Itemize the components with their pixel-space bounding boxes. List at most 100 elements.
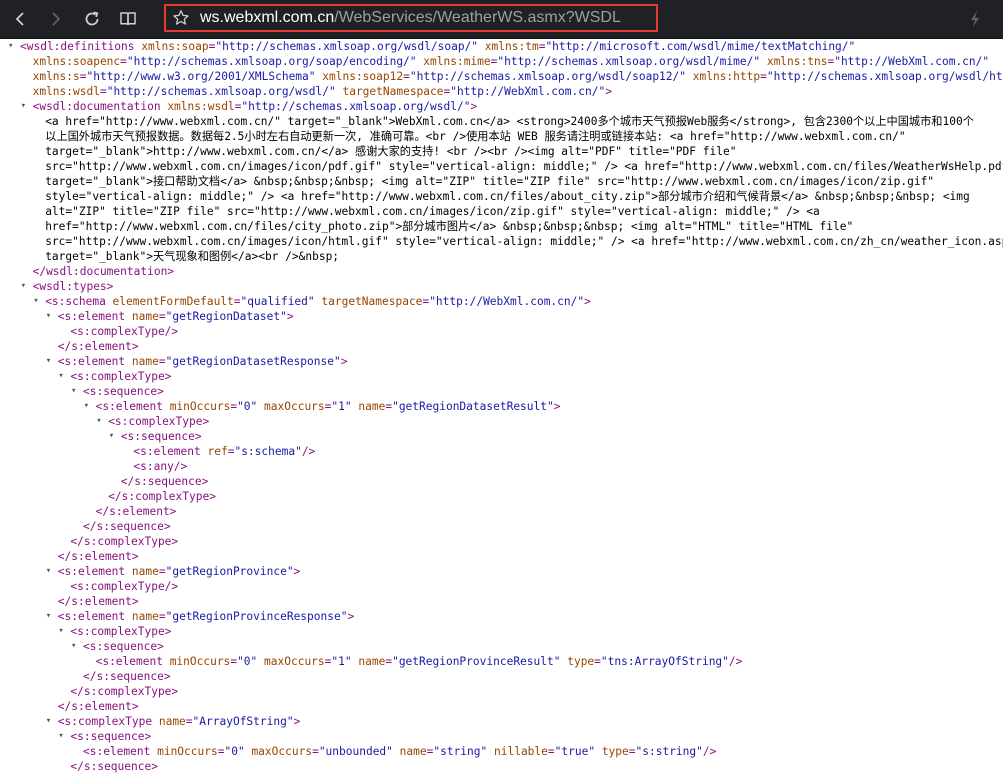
xml-line-text: xmlns:soapenc="http://schemas.xmlsoap.or… xyxy=(33,54,990,69)
xml-token: <s:sequence> xyxy=(83,640,164,653)
xml-token: > xyxy=(293,565,301,578)
xml-line-text: </s:sequence> xyxy=(83,669,171,684)
xml-line-text: </s:sequence> xyxy=(121,474,209,489)
xml-line-text: </s:sequence> xyxy=(83,519,171,534)
xml-token: /> xyxy=(301,445,316,458)
xml-token: xmlns:wsdl xyxy=(32,85,100,98)
xml-line-text: <s:sequence> xyxy=(70,729,151,744)
xml-line: src="http://www.webxml.com.cn/images/ico… xyxy=(0,159,1003,174)
collapse-toggle-icon[interactable]: ▾ xyxy=(21,279,31,294)
xml-token: </s:element> xyxy=(57,340,139,353)
xml-document-view: ▾ <wsdl:definitions xmlns:soap="http://sc… xyxy=(0,39,1003,776)
xml-token: <s:sequence> xyxy=(70,730,152,743)
back-button[interactable] xyxy=(6,5,34,33)
xml-line: </s:sequence> xyxy=(0,759,1003,774)
xml-line: ▾ <s:sequence> xyxy=(0,384,1003,399)
xml-token: <s:element xyxy=(57,565,132,578)
collapse-toggle-icon[interactable]: ▾ xyxy=(46,309,56,324)
xml-line: </s:complexType> xyxy=(0,534,1003,549)
collapse-toggle-icon[interactable]: ▾ xyxy=(84,399,94,414)
xml-line: <s:complexType/> xyxy=(0,579,1003,594)
xml-line-text: </s:complexType> xyxy=(108,489,216,504)
xml-token: maxOccurs xyxy=(264,655,325,668)
xml-line: </s:sequence> xyxy=(0,669,1003,684)
refresh-button[interactable] xyxy=(78,5,106,33)
xml-line: style="vertical-align: middle;" /> <a hr… xyxy=(0,189,1003,204)
xml-token: elementFormDefault xyxy=(112,295,234,308)
xml-token: minOccurs xyxy=(169,400,231,413)
collapse-toggle-icon[interactable]: ▾ xyxy=(21,99,31,114)
xml-token: xmlns:soapenc xyxy=(32,55,121,68)
xml-line-text: <s:element name="getRegionDataset"> xyxy=(58,309,294,324)
collapse-toggle-icon[interactable]: ▾ xyxy=(8,39,18,54)
xml-line: <s:element minOccurs="0" maxOccurs="unbo… xyxy=(0,744,1003,759)
xml-token: alt="ZIP" title="ZIP file" src="http://w… xyxy=(45,205,820,218)
xml-token: /> xyxy=(702,745,717,758)
xml-line-text: <s:element minOccurs="0" maxOccurs="1" n… xyxy=(96,399,561,414)
reading-view-button[interactable] xyxy=(114,5,142,33)
xml-line: ▾ <s:element name="getRegionDataset"> xyxy=(0,309,1003,324)
xml-line-text: <s:element ref="s:schema"/> xyxy=(133,444,315,459)
xml-token: "http://WebXml.com.cn/" xyxy=(450,85,606,98)
xml-line-text: <wsdl:definitions xmlns:soap="http://sch… xyxy=(20,39,855,54)
collapse-toggle-icon[interactable]: ▾ xyxy=(58,624,68,639)
collapse-toggle-icon[interactable]: ▾ xyxy=(58,729,68,744)
collapse-toggle-icon[interactable]: ▾ xyxy=(33,294,43,309)
xml-token: <a href="http://www.webxml.com.cn/" targ… xyxy=(45,115,974,128)
xml-token: "getRegionDatasetResult" xyxy=(392,400,554,413)
xml-line-text: </s:complexType> xyxy=(70,684,178,699)
collapse-toggle-icon[interactable]: ▾ xyxy=(46,714,56,729)
xml-line-text: style="vertical-align: middle;" /> <a hr… xyxy=(45,189,970,204)
xml-line: </s:element> xyxy=(0,699,1003,714)
address-bar[interactable]: ws.webxml.com.cn/WebServices/WeatherWS.a… xyxy=(164,4,658,32)
xml-token: </s:element> xyxy=(57,550,139,563)
xml-line: target="_blank">接口帮助文档</a> &nbsp;&nbsp;&… xyxy=(0,174,1003,189)
xml-token: > xyxy=(340,355,348,368)
xml-token: <s:sequence> xyxy=(120,430,202,443)
xml-token: "http://WebXml.com.cn/" xyxy=(834,55,990,68)
xml-line: ▾ <s:complexType> xyxy=(0,369,1003,384)
xml-line: ▾ <s:element minOccurs="0" maxOccurs="1" … xyxy=(0,399,1003,414)
xml-line-text: <s:any/> xyxy=(133,459,187,474)
xml-line: ▾ <s:sequence> xyxy=(0,429,1003,444)
xml-token: target="_blank">天气现象和图例</a><br />&nbsp; xyxy=(45,250,340,263)
star-icon[interactable] xyxy=(172,9,190,27)
xml-token: name xyxy=(131,610,159,623)
xml-line: </s:element> xyxy=(0,549,1003,564)
collapse-toggle-icon[interactable]: ▾ xyxy=(46,609,56,624)
xml-token xyxy=(393,745,400,758)
xml-token: </s:complexType> xyxy=(108,490,216,503)
xml-token: xmlns:soap xyxy=(141,40,209,53)
browser-toolbar: ws.webxml.com.cn/WebServices/WeatherWS.a… xyxy=(0,0,1003,39)
xml-line: <s:complexType/> xyxy=(0,324,1003,339)
xml-line: ▾ <wsdl:types> xyxy=(0,279,1003,294)
xml-token: type xyxy=(567,655,595,668)
xml-token: <s:element xyxy=(95,400,170,413)
collapse-toggle-icon[interactable]: ▾ xyxy=(46,564,56,579)
xml-token: <wsdl:definitions xyxy=(20,40,142,53)
collapse-toggle-icon[interactable]: ▾ xyxy=(46,354,56,369)
xml-line-text: <s:element name="getRegionProvinceRespon… xyxy=(58,609,354,624)
xml-token: "0" xyxy=(237,655,258,668)
collapse-toggle-icon[interactable]: ▾ xyxy=(58,369,68,384)
xml-token: <s:complexType> xyxy=(108,415,210,428)
collapse-toggle-icon[interactable]: ▾ xyxy=(71,384,81,399)
xml-line-text: <s:complexType> xyxy=(70,369,171,384)
forward-arrow-icon xyxy=(52,12,61,26)
xml-line: </s:element> xyxy=(0,339,1003,354)
xml-line-text: <s:complexType/> xyxy=(70,579,178,594)
collapse-toggle-icon[interactable]: ▾ xyxy=(96,414,106,429)
xml-line: target="_blank">天气现象和图例</a><br />&nbsp; xyxy=(0,249,1003,264)
collapse-toggle-icon[interactable]: ▾ xyxy=(71,639,81,654)
xml-token: src="http://www.webxml.com.cn/images/ico… xyxy=(45,235,1003,248)
xml-token: = xyxy=(312,745,319,758)
lightning-icon[interactable] xyxy=(967,10,983,28)
xml-line: <s:any/> xyxy=(0,459,1003,474)
collapse-toggle-icon[interactable]: ▾ xyxy=(109,429,119,444)
xml-line-text: xmlns:s="http://www.w3.org/2001/XMLSchem… xyxy=(33,69,1003,84)
forward-button[interactable] xyxy=(42,5,70,33)
xml-token: "string" xyxy=(433,745,488,758)
xml-line: ▾ <wsdl:documentation xmlns:wsdl="http://… xyxy=(0,99,1003,114)
xml-token: <s:element xyxy=(83,745,158,758)
xml-token: > xyxy=(470,100,478,113)
